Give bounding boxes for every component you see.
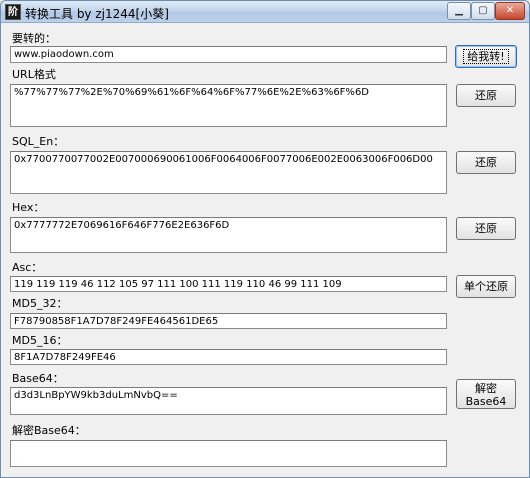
restore-hex-button[interactable]: 还原	[456, 217, 516, 240]
asc-label: Asc：	[12, 261, 43, 274]
decode-base64-line2: Base64	[465, 395, 507, 408]
hex-label: Hex：	[12, 201, 45, 214]
base64-label: Base64：	[12, 372, 64, 385]
convert-button[interactable]: 给我转!	[455, 45, 517, 68]
restore-single-button[interactable]: 单个还原	[456, 275, 516, 298]
sql-en-label: SQL_En：	[12, 135, 65, 148]
md5-16-label: MD5_16：	[12, 334, 68, 347]
asc-input[interactable]: 119 119 119 46 112 105 97 111 100 111 11…	[10, 276, 447, 292]
restore-sql-button[interactable]: 还原	[456, 151, 516, 174]
app-icon: 阶	[5, 4, 21, 20]
md5-32-input[interactable]: F78790858F1A7D78F249FE464561DE65	[10, 313, 447, 329]
source-label: 要转的：	[12, 32, 56, 45]
minimize-button[interactable]: ▁	[447, 2, 471, 20]
url-label: URL格式	[12, 68, 56, 81]
md5-32-label: MD5_32：	[12, 297, 68, 310]
base64-decode-label: 解密Base64：	[12, 424, 86, 437]
url-textarea[interactable]: %77%77%77%2E%70%69%61%6F%64%6F%77%6E%2E%…	[10, 84, 447, 127]
restore-url-button[interactable]: 还原	[456, 84, 516, 107]
window-title: 转换工具 by zj1244[小葵]	[25, 7, 169, 21]
base64-decode-textarea[interactable]	[10, 440, 447, 467]
decode-base64-button[interactable]: 解密 Base64	[456, 379, 516, 409]
close-button[interactable]: ✕	[495, 2, 525, 20]
base64-textarea[interactable]: d3d3LnBpYW9kb3duLmNvbQ==	[10, 387, 447, 415]
convert-button-label: 给我转!	[463, 49, 509, 64]
app-window: 阶 转换工具 by zj1244[小葵] ▁ ▢ ✕ 要转的： www.piao…	[0, 0, 530, 478]
hex-textarea[interactable]: 0x7777772E7069616F646F776E2E636F6D	[10, 217, 447, 253]
md5-16-input[interactable]: 8F1A7D78F249FE46	[10, 349, 447, 365]
decode-base64-line1: 解密	[475, 382, 497, 395]
sql-en-textarea[interactable]: 0x7700770077002E007000690061006F0064006F…	[10, 151, 447, 194]
maximize-button[interactable]: ▢	[471, 2, 495, 20]
title-bar[interactable]: 阶 转换工具 by zj1244[小葵] ▁ ▢ ✕	[1, 1, 529, 23]
source-input[interactable]: www.piaodown.com	[10, 46, 447, 63]
